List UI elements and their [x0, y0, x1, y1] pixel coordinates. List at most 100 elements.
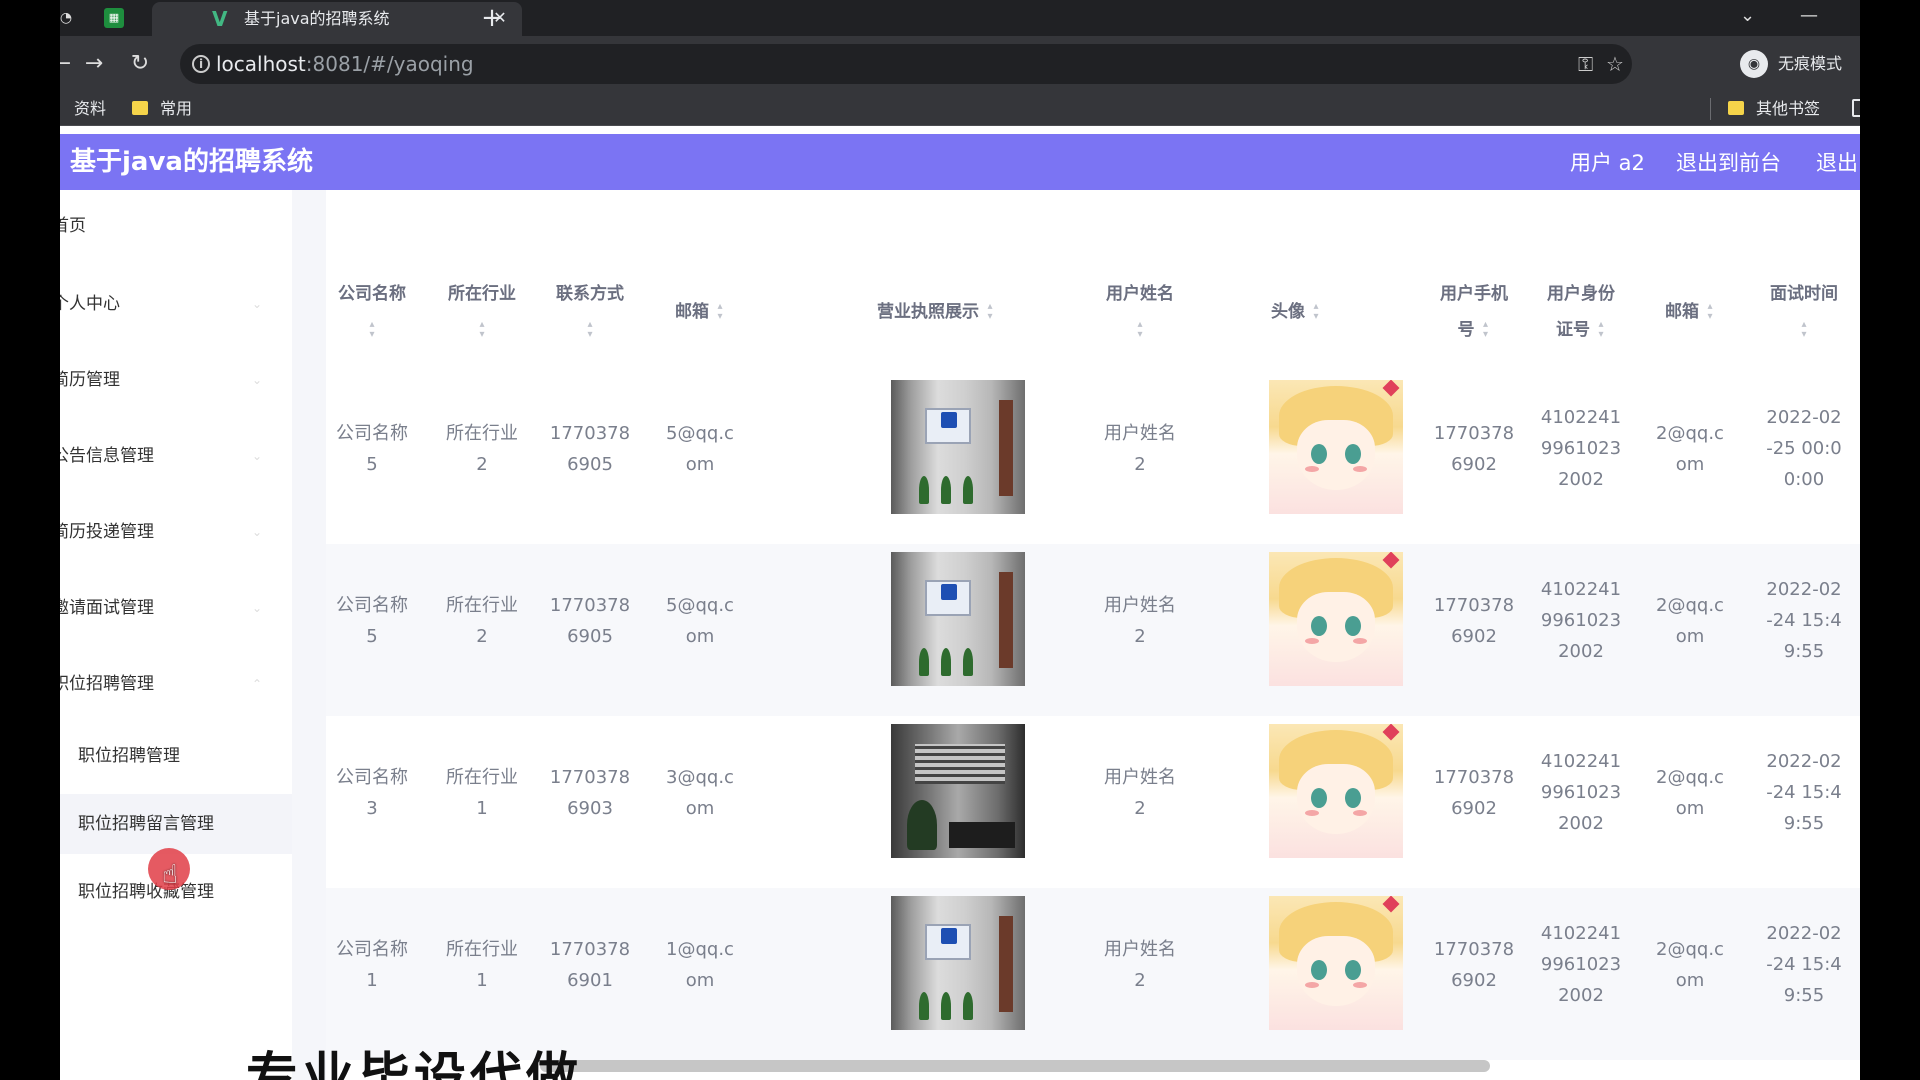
cell-industry: 所在行业 2 — [446, 595, 518, 647]
th-username[interactable]: 用户姓名 ▴ ▾ — [1096, 276, 1184, 348]
avatar[interactable] — [1269, 724, 1403, 858]
sort-icon[interactable]: ▴ ▾ — [1705, 302, 1715, 322]
th-label: 公司名称 — [338, 284, 406, 304]
subitem-label: 职位招聘留言管理 — [78, 814, 214, 834]
new-tab-button[interactable]: + — [478, 4, 506, 32]
th-industry[interactable]: 所在行业 ▴ ▾ — [438, 276, 526, 348]
cell-phone: 1770378 6902 — [1433, 939, 1515, 991]
app-title: 基于java的招聘系统 — [70, 147, 313, 177]
url-host: localhost — [216, 52, 306, 76]
key-icon[interactable]: ⚿ — [1578, 52, 1593, 76]
sidebar-item-label: 个人中心 — [60, 294, 120, 314]
license-image[interactable] — [891, 552, 1025, 686]
cell-user-email: 2@qq.c om — [1656, 939, 1724, 991]
th-contact[interactable]: 联系方式 ▴ ▾ — [546, 276, 634, 348]
sort-icon[interactable]: ▴ ▾ — [1311, 302, 1321, 322]
bookmarks-divider — [1710, 98, 1711, 120]
sort-icon[interactable]: ▴ ▾ — [1480, 320, 1490, 340]
sidebar-item-job-postings[interactable]: 职位招聘管理 ⌃ — [60, 656, 292, 712]
sidebar-item-label: 简历投递管理 — [60, 522, 154, 542]
license-image[interactable] — [891, 724, 1025, 858]
bookmarks-bar: 资料 常用 其他书签 — [60, 92, 1860, 126]
sidebar-item-resume[interactable]: 简历管理 ⌄ — [60, 352, 292, 408]
avatar[interactable] — [1269, 896, 1403, 1030]
sort-icon[interactable]: ▴ ▾ — [438, 312, 526, 348]
cell-company: 公司名称 5 — [336, 595, 408, 647]
tab-title: 基于java的招聘系统 — [244, 9, 390, 28]
back-button[interactable]: ← — [60, 50, 76, 78]
license-image[interactable] — [891, 896, 1025, 1030]
other-bookmarks[interactable]: 其他书签 — [1728, 99, 1820, 119]
video-caption-overlay: 专业毕设代做 — [246, 1048, 583, 1080]
cell-interview-time: 2022-02 -24 15:4 9:55 — [1766, 579, 1842, 662]
address-bar[interactable]: i localhost:8081/#/yaoqing ⚿ ☆ — [180, 44, 1632, 84]
sort-icon[interactable]: ▴ ▾ — [1096, 312, 1184, 348]
cell-industry: 所在行业 1 — [446, 939, 518, 991]
sidebar-item-personal-center[interactable]: 个人中心 ⌄ — [60, 276, 292, 332]
th-email[interactable]: 邮箱 ▴ ▾ — [646, 294, 754, 330]
sidebar-item-interview-invites[interactable]: 邀请面试管理 ⌄ — [60, 580, 292, 636]
cell-contact: 1770378 6901 — [549, 939, 631, 991]
bookmark-star-icon[interactable]: ☆ — [1606, 52, 1624, 76]
th-avatar[interactable]: 头像 ▴ ▾ — [1226, 294, 1366, 330]
chevron-down-icon: ⌄ — [251, 525, 262, 539]
sidebar-item-notices[interactable]: 公告信息管理 ⌄ — [60, 428, 292, 484]
bookmark-item-ziliao[interactable]: 资料 — [74, 99, 106, 119]
cell-company: 公司名称 5 — [336, 423, 408, 475]
horizontal-scrollbar[interactable] — [540, 1060, 1490, 1072]
cell-idcard: 4102241 9961023 2002 — [1540, 407, 1622, 490]
cell-idcard: 4102241 9961023 2002 — [1540, 751, 1622, 834]
cell-user-email: 2@qq.c om — [1656, 767, 1724, 819]
forward-button[interactable]: → — [80, 50, 108, 78]
site-info-icon[interactable]: i — [192, 55, 210, 73]
reload-button[interactable]: ↻ — [126, 50, 154, 78]
th-company[interactable]: 公司名称 ▴ ▾ — [336, 276, 408, 348]
avatar[interactable] — [1269, 380, 1403, 514]
th-interview-time[interactable]: 面试时间 ▴ ▾ — [1756, 276, 1852, 348]
cell-idcard: 4102241 9961023 2002 — [1540, 579, 1622, 662]
minimize-icon[interactable]: — — [1800, 4, 1818, 28]
sidebar-item-label: 邀请面试管理 — [60, 598, 154, 618]
license-image[interactable] — [891, 380, 1025, 514]
th-phone[interactable]: 用户手机 号 ▴ ▾ — [1430, 276, 1518, 348]
sort-icon[interactable]: ▴ ▾ — [985, 302, 995, 322]
th-license[interactable]: 营业执照展示 ▴ ▾ — [846, 294, 1026, 330]
cell-industry: 所在行业 2 — [446, 423, 518, 475]
incognito-indicator[interactable]: ◉ 无痕模式 — [1740, 46, 1850, 82]
sort-icon[interactable]: ▴ ▾ — [715, 302, 725, 322]
cell-email: 5@qq.c om — [666, 595, 734, 647]
incognito-label: 无痕模式 — [1778, 54, 1843, 73]
chevron-down-icon: ⌄ — [251, 601, 262, 615]
tab-search-icon[interactable]: ◔ — [60, 8, 76, 28]
subitem-job-postings[interactable]: 职位招聘管理 — [60, 726, 292, 786]
th-label: 面试时间 — [1770, 284, 1838, 304]
th-user-email[interactable]: 邮箱 ▴ ▾ — [1642, 294, 1738, 330]
back-to-front-link[interactable]: 退出到前台 — [1676, 150, 1781, 176]
avatar[interactable] — [1269, 552, 1403, 686]
cell-contact: 1770378 6905 — [549, 595, 631, 647]
th-label-2: 号 — [1457, 320, 1475, 340]
sidebar-item-home[interactable]: 首页 — [60, 198, 292, 254]
sort-icon[interactable]: ▴ ▾ — [546, 312, 634, 348]
cell-username: 用户姓名 2 — [1104, 423, 1176, 475]
cell-phone: 1770378 6902 — [1433, 767, 1515, 819]
sort-icon[interactable]: ▴ ▾ — [1596, 320, 1606, 340]
user-label: 用户 a2 — [1570, 151, 1645, 175]
th-label: 用户手机 — [1440, 284, 1508, 304]
tab-list-chevron-icon[interactable]: ⌄ — [1740, 4, 1755, 28]
bookmark-folder-changyong[interactable]: 常用 — [132, 99, 192, 119]
cell-industry: 所在行业 1 — [446, 767, 518, 819]
reading-list-icon[interactable] — [1852, 99, 1860, 117]
sort-icon[interactable]: ▴ ▾ — [336, 312, 408, 348]
folder-icon — [132, 101, 148, 115]
browser-window: ◔ ▦ V 基于java的招聘系统 ✕ + ⌄ — ← → ↻ i localh… — [60, 0, 1860, 1080]
folder-icon — [1728, 101, 1744, 115]
sort-icon[interactable]: ▴ ▾ — [1756, 312, 1852, 348]
th-idcard[interactable]: 用户身份 证号 ▴ ▾ — [1536, 276, 1626, 348]
sidebar-item-resume-submissions[interactable]: 简历投递管理 ⌄ — [60, 504, 292, 560]
sheets-tab-icon[interactable]: ▦ — [104, 8, 124, 28]
browser-toolbar: ← → ↻ i localhost:8081/#/yaoqing ⚿ ☆ ◉ 无… — [60, 36, 1860, 92]
tab-active[interactable]: V 基于java的招聘系统 ✕ — [152, 2, 522, 36]
subitem-job-comments[interactable]: 职位招聘留言管理 — [60, 794, 292, 854]
logout-link[interactable]: 退出 — [1816, 150, 1858, 176]
